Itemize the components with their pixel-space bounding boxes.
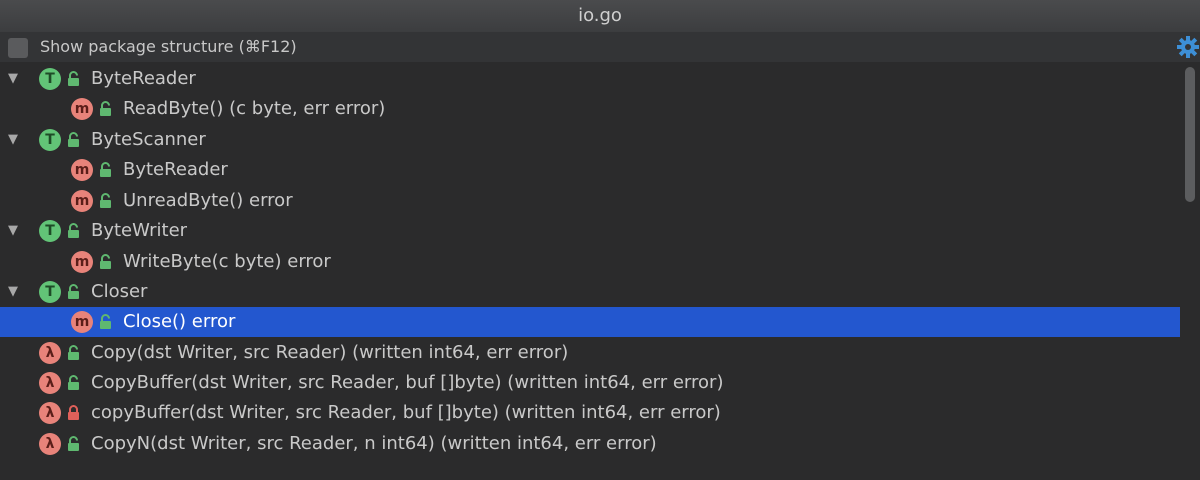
type-badge-icon: T <box>39 129 61 151</box>
public-lock-icon <box>68 345 79 360</box>
method-badge-icon: m <box>71 98 93 120</box>
tree-item-label: ByteReader <box>91 68 196 89</box>
tree-row-copyn[interactable]: λ CopyN(dst Writer, src Reader, n int64)… <box>0 429 1180 459</box>
method-badge-icon: m <box>71 190 93 212</box>
tree-row-closer[interactable]: ▼ T Closer <box>0 277 1180 307</box>
tree-row-unreadbyte[interactable]: m UnreadByte() error <box>0 186 1180 216</box>
tree-row-writebyte[interactable]: m WriteByte(c byte) error <box>0 247 1180 277</box>
tree-item-label: copyBuffer(dst Writer, src Reader, buf [… <box>91 402 721 423</box>
tree-row-copy[interactable]: λ Copy(dst Writer, src Reader) (written … <box>0 338 1180 368</box>
function-badge-icon: λ <box>39 372 61 394</box>
tree-row-copybuffer-private[interactable]: λ copyBuffer(dst Writer, src Reader, buf… <box>0 398 1180 428</box>
type-badge-icon: T <box>39 68 61 90</box>
tree-row-close-selected[interactable]: m Close() error <box>0 307 1180 337</box>
tree-item-label: ByteWriter <box>91 220 188 241</box>
tree-item-label: ReadByte() (c byte, err error) <box>123 98 386 119</box>
expand-arrow-icon[interactable]: ▼ <box>8 277 18 307</box>
method-badge-icon: m <box>71 159 93 181</box>
tree-row-readbyte[interactable]: m ReadByte() (c byte, err error) <box>0 94 1180 124</box>
tree-item-label: ByteScanner <box>91 129 206 150</box>
public-lock-icon <box>68 71 79 86</box>
tree-item-label: ByteReader <box>123 159 228 180</box>
method-badge-icon: m <box>71 311 93 333</box>
structure-tree: ▼ T ByteReader m ReadByte() (c byte, err… <box>0 63 1180 480</box>
tree-item-label: Close() error <box>123 311 236 332</box>
tree-row-bytewriter[interactable]: ▼ T ByteWriter <box>0 216 1180 246</box>
type-badge-icon: T <box>39 281 61 303</box>
show-package-structure-label[interactable]: Show package structure (⌘F12) <box>40 32 297 62</box>
method-badge-icon: m <box>71 251 93 273</box>
options-bar: Show package structure (⌘F12) <box>0 32 1200 62</box>
tree-item-label: WriteByte(c byte) error <box>123 251 331 272</box>
private-lock-icon <box>68 405 79 420</box>
tree-row-copybuffer[interactable]: λ CopyBuffer(dst Writer, src Reader, buf… <box>0 368 1180 398</box>
tree-item-label: Closer <box>91 281 148 302</box>
expand-arrow-icon[interactable]: ▼ <box>8 125 18 155</box>
public-lock-icon <box>68 223 79 238</box>
tree-row-bytereader-embedded[interactable]: m ByteReader <box>0 155 1180 185</box>
public-lock-icon <box>68 436 79 451</box>
window-title: io.go <box>0 0 1200 33</box>
tree-row-bytescanner[interactable]: ▼ T ByteScanner <box>0 125 1180 155</box>
scrollbar-thumb[interactable] <box>1185 67 1195 202</box>
tree-item-label: CopyBuffer(dst Writer, src Reader, buf [… <box>91 372 724 393</box>
public-lock-icon <box>100 254 111 269</box>
public-lock-icon <box>100 162 111 177</box>
public-lock-icon <box>68 132 79 147</box>
function-badge-icon: λ <box>39 402 61 424</box>
show-package-structure-checkbox[interactable] <box>8 38 28 58</box>
tree-item-label: UnreadByte() error <box>123 190 293 211</box>
type-badge-icon: T <box>39 220 61 242</box>
expand-arrow-icon[interactable]: ▼ <box>8 64 18 94</box>
vertical-scrollbar[interactable] <box>1181 63 1200 480</box>
tree-row-bytereader[interactable]: ▼ T ByteReader <box>0 64 1180 94</box>
tree-item-label: Copy(dst Writer, src Reader) (written in… <box>91 342 569 363</box>
function-badge-icon: λ <box>39 342 61 364</box>
public-lock-icon <box>68 375 79 390</box>
expand-arrow-icon[interactable]: ▼ <box>8 216 18 246</box>
public-lock-icon <box>100 101 111 116</box>
public-lock-icon <box>100 314 111 329</box>
gear-icon[interactable] <box>1176 35 1200 59</box>
function-badge-icon: λ <box>39 433 61 455</box>
public-lock-icon <box>100 193 111 208</box>
public-lock-icon <box>68 284 79 299</box>
tree-item-label: CopyN(dst Writer, src Reader, n int64) (… <box>91 433 657 454</box>
